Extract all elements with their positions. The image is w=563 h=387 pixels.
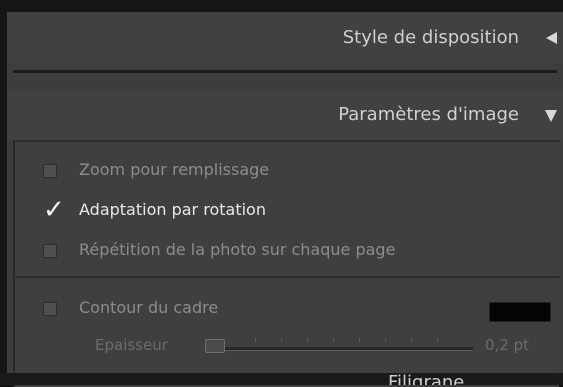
- slider-tick: [437, 338, 438, 342]
- slider-tick: [411, 338, 412, 342]
- slider-tick: [385, 338, 386, 342]
- slider-tick: [307, 338, 308, 342]
- section-title-image-settings: Paramètres d'image: [338, 104, 519, 125]
- option-label: Adaptation par rotation: [79, 200, 266, 219]
- option-zoom-fill[interactable]: Zoom pour remplissage: [15, 152, 555, 188]
- option-repeat-photo[interactable]: Répétition de la photo sur chaque page: [15, 232, 555, 268]
- expanded-triangle-icon[interactable]: [545, 110, 557, 122]
- section-separator: [13, 70, 557, 73]
- thickness-label: Epaisseur: [95, 336, 168, 354]
- thickness-value[interactable]: 0,2 pt: [485, 330, 529, 360]
- option-frame-border[interactable]: Contour du cadre: [15, 290, 555, 326]
- option-label: Répétition de la photo sur chaque page: [79, 240, 396, 259]
- next-section-strip: [0, 373, 563, 385]
- slider-tick: [281, 338, 282, 342]
- section-title-layout-style: Style de disposition: [342, 27, 519, 48]
- content-divider: [15, 276, 559, 278]
- checkmark-icon[interactable]: ✓: [43, 192, 67, 228]
- thickness-slider-track[interactable]: [211, 347, 473, 351]
- checkbox[interactable]: [43, 302, 57, 316]
- next-section-title-partial[interactable]: Filigrane: [388, 372, 464, 385]
- right-panel: Style de disposition Paramètres d'image …: [7, 12, 563, 387]
- slider-tick: [255, 338, 256, 342]
- thickness-slider-knob[interactable]: [205, 339, 225, 353]
- collapsed-triangle-icon[interactable]: [546, 32, 557, 44]
- border-color-swatch[interactable]: [489, 302, 551, 322]
- option-label: Zoom pour remplissage: [79, 160, 270, 179]
- slider-tick: [359, 338, 360, 342]
- checkbox[interactable]: [43, 164, 57, 178]
- checkbox[interactable]: [43, 244, 57, 258]
- option-label: Contour du cadre: [79, 298, 219, 317]
- image-settings-content: Zoom pour remplissage ✓ Adaptation par r…: [13, 140, 559, 387]
- slider-tick: [333, 338, 334, 342]
- option-rotate-fit[interactable]: ✓ Adaptation par rotation: [15, 192, 555, 228]
